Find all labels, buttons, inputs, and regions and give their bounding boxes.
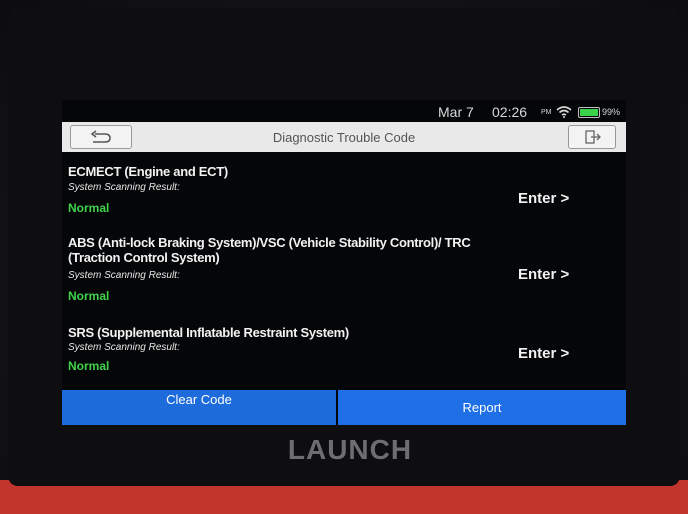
battery-percent: 99%: [602, 107, 621, 117]
system-status: Normal: [68, 359, 110, 373]
system-status: Normal: [68, 201, 110, 215]
device-brand-logo: LAUNCH: [287, 434, 413, 465]
battery-icon: [578, 107, 600, 118]
system-item-srs: SRS (Supplemental Inflatable Restraint S…: [62, 325, 626, 381]
report-button[interactable]: Report: [338, 390, 626, 425]
status-bar: Mar 7 02:26 PM 99%: [62, 100, 626, 122]
enter-button[interactable]: Enter >: [518, 190, 569, 207]
back-arrow-icon: [90, 130, 111, 143]
status-time: 02:26: [492, 104, 528, 120]
system-scan-label: System Scanning Result:: [68, 342, 180, 353]
system-item-abs: ABS (Anti-lock Braking System)/VSC (Vehi…: [62, 235, 626, 307]
page-title: Diagnostic Trouble Code: [272, 130, 416, 145]
system-status: Normal: [68, 289, 110, 303]
system-name: SRS (Supplemental Inflatable Restraint S…: [68, 325, 349, 340]
device-screen: Mar 7 02:26 PM 99% Diagnostic Trouble Co…: [62, 100, 626, 425]
exit-button[interactable]: [568, 125, 616, 149]
status-ampm: PM: [541, 109, 552, 116]
system-name: ECMECT (Engine and ECT): [68, 164, 228, 179]
bottom-action-bar: Clear Code Report: [62, 390, 626, 425]
system-item-ecmect: ECMECT (Engine and ECT) System Scanning …: [62, 164, 626, 220]
system-scan-label: System Scanning Result:: [68, 182, 180, 193]
battery-fill: [580, 109, 598, 116]
enter-button[interactable]: Enter >: [518, 345, 569, 362]
system-scan-label: System Scanning Result:: [68, 270, 180, 281]
system-name: ABS (Anti-lock Braking System)/VSC (Vehi…: [68, 235, 471, 265]
status-date: Mar 7: [438, 104, 474, 120]
clear-code-button[interactable]: Clear Code: [62, 390, 336, 425]
enter-button[interactable]: Enter >: [518, 266, 569, 283]
wifi-icon: [556, 106, 572, 118]
back-button[interactable]: [70, 125, 132, 149]
title-bar: Diagnostic Trouble Code: [62, 122, 626, 152]
exit-icon: [585, 130, 601, 144]
